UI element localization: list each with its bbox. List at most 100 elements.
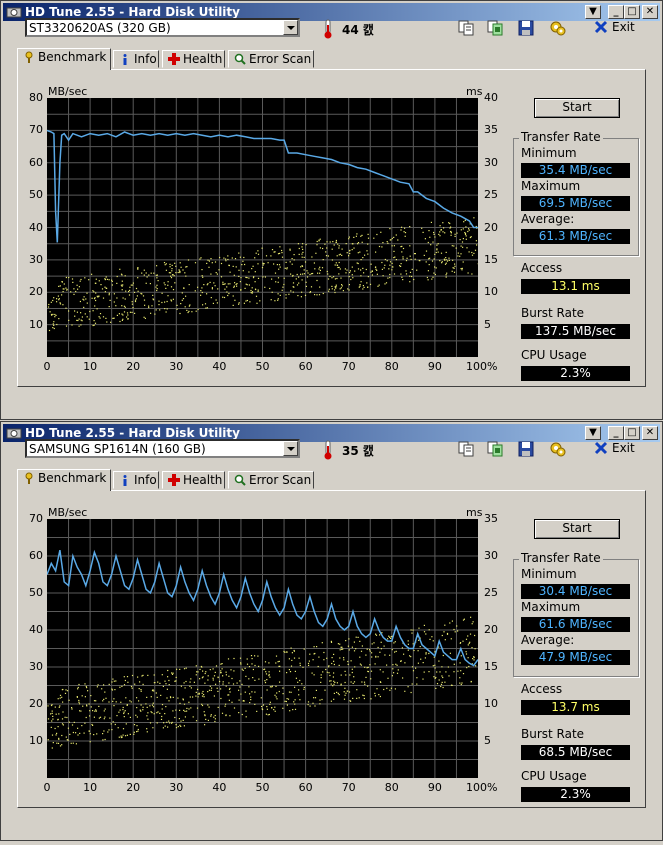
access-point [462, 640, 464, 642]
access-point [330, 641, 333, 643]
chart-svg [47, 98, 478, 357]
access-point [460, 268, 462, 270]
y-tick-label-right: 20 [484, 623, 498, 636]
maximize-button[interactable]: □ [624, 5, 640, 19]
tab-info[interactable]: Info [113, 50, 159, 68]
access-point [180, 720, 182, 722]
exit-icon[interactable] [593, 19, 609, 35]
access-point [72, 281, 74, 283]
minimize-button[interactable]: _ [608, 5, 624, 19]
exit-button[interactable]: Exit [612, 441, 635, 455]
access-point [303, 273, 305, 275]
access-point [146, 715, 148, 717]
tab-error-scan[interactable]: Error Scan [228, 471, 314, 489]
access-point [287, 698, 290, 700]
access-point [140, 690, 142, 692]
access-point [319, 269, 321, 271]
tab-health[interactable]: Health [162, 471, 225, 489]
tab-error-scan-label: Error Scan [249, 473, 312, 487]
access-point [437, 251, 439, 253]
start-button[interactable]: Start [534, 519, 620, 539]
magnifier-icon [234, 474, 246, 486]
access-point [88, 279, 90, 281]
access-point [367, 666, 369, 668]
access-point [150, 312, 152, 314]
access-point [179, 668, 181, 670]
save-icon[interactable] [517, 440, 535, 458]
copy-info-icon[interactable] [457, 19, 475, 37]
access-point [400, 263, 402, 265]
access-point [233, 707, 236, 709]
access-point [335, 284, 337, 286]
exit-icon[interactable] [593, 440, 609, 456]
access-point [98, 717, 100, 719]
exit-button[interactable]: Exit [612, 20, 635, 34]
access-point [80, 278, 82, 281]
access-point [350, 681, 352, 683]
access-point [261, 247, 263, 249]
access-point [186, 707, 188, 709]
menu-button[interactable]: ▼ [585, 5, 601, 19]
access-point [71, 708, 73, 710]
access-point [52, 313, 54, 315]
access-point [161, 708, 163, 710]
access-point [220, 688, 222, 690]
access-point [371, 643, 373, 645]
chevron-down-icon[interactable] [283, 20, 298, 35]
close-button[interactable]: ✕ [642, 426, 658, 440]
copy-info-icon[interactable] [457, 440, 475, 458]
drive-select[interactable]: ST3320620AS (320 GB) [25, 18, 300, 37]
access-point [431, 636, 433, 638]
access-point [323, 651, 325, 654]
tab-benchmark[interactable]: Benchmark [17, 469, 111, 491]
chevron-down-icon[interactable] [283, 441, 298, 456]
access-point [175, 676, 177, 678]
access-point [321, 642, 323, 644]
access-point [50, 726, 52, 728]
access-point [189, 685, 191, 687]
tab-error-scan[interactable]: Error Scan [228, 50, 314, 68]
y-tick-label-right: 10 [484, 285, 498, 299]
maximize-button[interactable]: □ [624, 426, 640, 440]
copy-screenshot-icon[interactable] [486, 19, 504, 37]
save-icon[interactable] [517, 19, 535, 37]
access-point [162, 727, 164, 729]
menu-button[interactable]: ▼ [585, 426, 601, 440]
options-icon[interactable] [549, 440, 567, 458]
access-point [394, 641, 396, 643]
drive-select[interactable]: SAMSUNG SP1614N (160 GB) [25, 439, 300, 458]
tab-info[interactable]: Info [113, 471, 159, 489]
minimize-button[interactable]: _ [608, 426, 624, 440]
access-point [370, 698, 372, 700]
access-point [278, 268, 280, 270]
access-point [73, 288, 75, 290]
access-point [379, 634, 381, 636]
access-point [266, 708, 268, 710]
access-point [108, 729, 110, 731]
access-point [292, 291, 294, 293]
access-point [222, 281, 224, 283]
access-point [103, 698, 105, 700]
options-icon[interactable] [549, 19, 567, 37]
access-point [362, 285, 364, 287]
access-point [268, 675, 270, 677]
close-button[interactable]: ✕ [642, 5, 658, 19]
copy-screenshot-icon[interactable] [486, 440, 504, 458]
access-point [352, 697, 354, 699]
access-point [425, 652, 427, 654]
start-button[interactable]: Start [534, 98, 620, 118]
access-point [214, 671, 216, 673]
y-tick-label-right: 35 [484, 123, 498, 137]
y-tick-label-right: 15 [484, 660, 498, 673]
access-point [115, 701, 117, 703]
tab-health[interactable]: Health [162, 50, 225, 68]
access-point [387, 677, 389, 679]
access-point [288, 669, 290, 671]
access-point [409, 275, 411, 277]
access-point [440, 229, 442, 231]
access-point [377, 646, 379, 649]
access-point [428, 230, 430, 232]
tab-benchmark[interactable]: Benchmark [17, 48, 111, 70]
access-point [225, 671, 227, 673]
access-point [57, 698, 59, 700]
